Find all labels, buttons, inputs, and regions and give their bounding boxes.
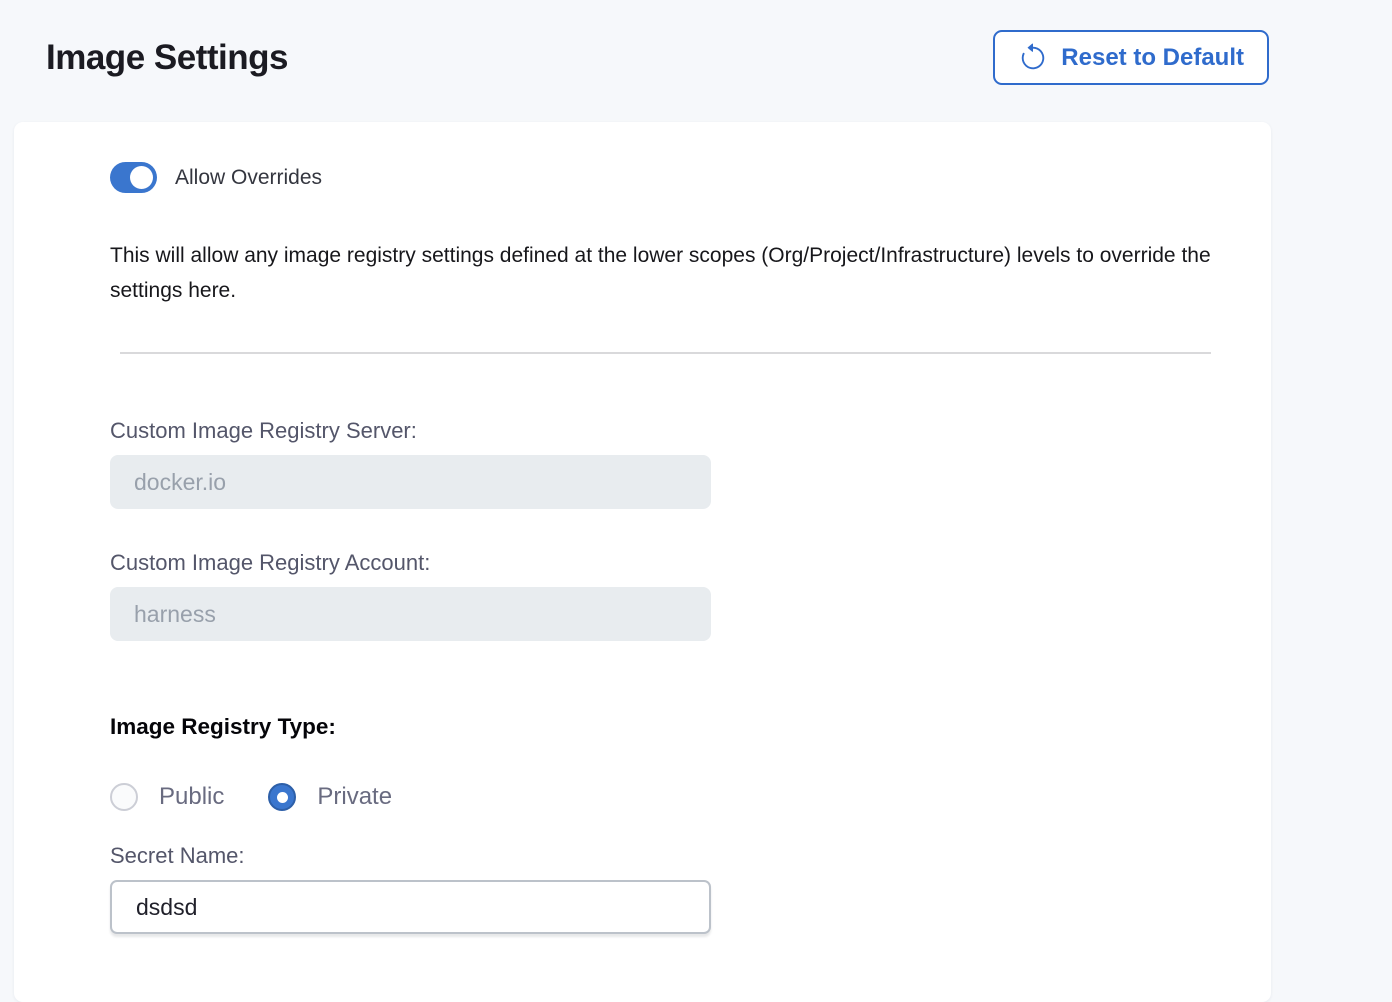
- public-radio-button[interactable]: [110, 783, 138, 811]
- registry-server-input: [110, 455, 711, 509]
- registry-server-label: Custom Image Registry Server:: [110, 418, 1211, 444]
- public-radio-label: Public: [159, 783, 224, 811]
- registry-account-input: [110, 587, 711, 641]
- allow-overrides-toggle[interactable]: [110, 162, 157, 193]
- secret-name-field: Secret Name:: [110, 843, 1211, 934]
- registry-type-radio-group: Public Private: [110, 783, 1211, 811]
- section-divider: [120, 352, 1211, 354]
- registry-type-heading: Image Registry Type:: [110, 714, 1211, 740]
- toggle-knob: [130, 166, 153, 189]
- overrides-description: This will allow any image registry setti…: [110, 238, 1211, 308]
- page-header: Image Settings Reset to Default: [0, 0, 1392, 85]
- registry-account-field: Custom Image Registry Account:: [110, 550, 1211, 641]
- allow-overrides-label: Allow Overrides: [175, 166, 322, 190]
- registry-account-label: Custom Image Registry Account:: [110, 550, 1211, 576]
- radio-option-public[interactable]: Public: [110, 783, 224, 811]
- reset-icon: [1018, 43, 1048, 73]
- settings-card: Allow Overrides This will allow any imag…: [14, 122, 1271, 1002]
- page-title: Image Settings: [46, 38, 288, 78]
- private-radio-label: Private: [317, 783, 392, 811]
- radio-option-private[interactable]: Private: [268, 783, 392, 811]
- allow-overrides-row: Allow Overrides: [110, 162, 1211, 193]
- registry-server-field: Custom Image Registry Server:: [110, 418, 1211, 509]
- image-settings-page: Image Settings Reset to Default Allow Ov…: [0, 0, 1392, 991]
- reset-to-default-button[interactable]: Reset to Default: [993, 30, 1269, 85]
- private-radio-button[interactable]: [268, 783, 296, 811]
- secret-name-input[interactable]: [110, 880, 711, 934]
- reset-button-label: Reset to Default: [1061, 44, 1244, 72]
- secret-name-label: Secret Name:: [110, 843, 1211, 869]
